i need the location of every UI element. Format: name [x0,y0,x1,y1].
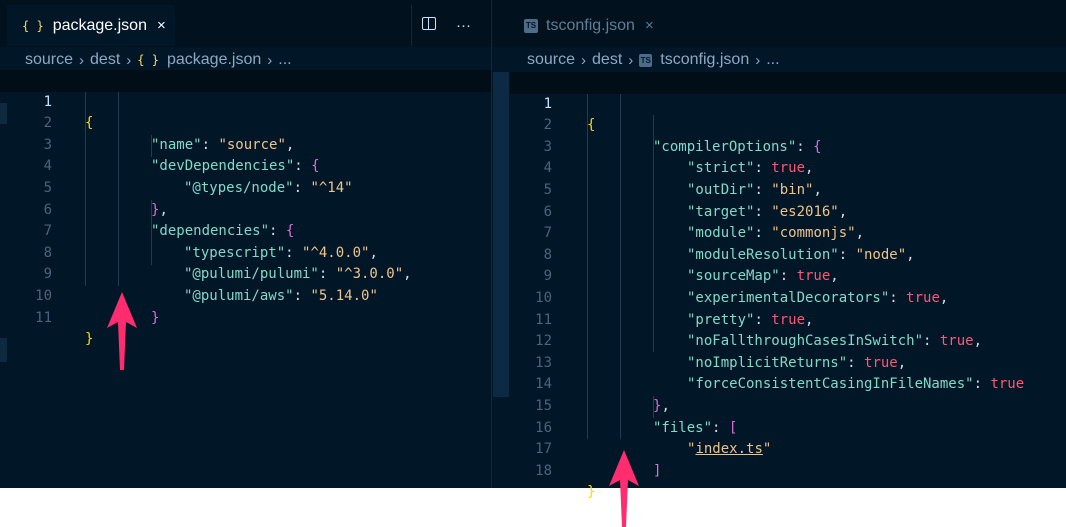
right-tab-bar: TS tsconfig.json × [492,0,1066,47]
code-line: 15 "files": [ [535,397,738,436]
code-line: 2 "name": "source", [43,115,295,153]
breadcrumb-item-file[interactable]: tsconfig.json [660,51,749,69]
code-line: 2 "compilerOptions": { [543,117,822,155]
code-line: 7 "typescript": "^4.0.0", [43,223,378,261]
code-line: 1 { [0,70,491,131]
code-line: 16 "index.ts" [535,419,772,458]
code-line: 11 "noFallthroughCasesInSwitch": true, [535,311,983,350]
code-line: 6 "module": "commonjs", [543,203,865,242]
code-line: 17 ] [535,441,662,479]
chevron-right-icon: › [267,51,273,69]
left-editor-group: { } package.json × ··· source › dest › {… [0,0,491,488]
code-editor[interactable]: 1 { 2 "compilerOptions": { 3 "strict": t… [492,72,1066,501]
code-line: 9 "experimentalDecorators": true, [543,268,949,306]
tab-tsconfig-json[interactable]: TS tsconfig.json × [509,5,672,46]
code-line: 14 }, [535,376,670,414]
code-line: 12 "noImplicitReturns": true, [535,333,907,371]
breadcrumb: source › dest › TS tsconfig.json › ... [527,49,780,71]
code-line: 4 "outDir": "bin", [543,160,822,198]
split-editor-icon[interactable] [422,17,436,34]
close-icon[interactable]: × [157,17,166,34]
chevron-right-icon: › [126,51,132,69]
json-braces-icon: { } [137,53,159,67]
more-actions-icon[interactable]: ··· [456,17,471,34]
breadcrumb-item-dest[interactable]: dest [592,51,622,69]
tab-label: package.json [52,16,147,34]
breadcrumb: source › dest › { } package.json › ... [25,49,292,71]
code-line: 9 "@pulumi/aws": "5.14.0" [43,266,378,304]
chevron-right-icon: › [755,51,761,69]
right-editor-group: TS tsconfig.json × source › dest › TS ts… [492,0,1066,501]
annotation-arrow [609,450,639,527]
code-line: 4 "@types/node": "^14" [43,158,353,196]
code-line: 3 "devDependencies": { [43,136,320,175]
left-tab-bar: { } package.json × ··· [0,0,491,47]
chevron-right-icon: › [79,51,85,69]
chevron-right-icon: › [581,51,587,69]
code-editor[interactable]: 1 { 2 "name": "source", 3 "devDependenci… [0,70,491,488]
breadcrumb-item-more[interactable]: ... [766,51,779,69]
code-line: 3 "strict": true, [543,138,814,177]
editor-window: { } package.json × ··· source › dest › {… [0,0,1066,501]
code-line: 1 { [510,72,1066,133]
breadcrumb-item-dest[interactable]: dest [90,51,120,69]
breadcrumb-item-source[interactable]: source [25,51,73,69]
code-line: 5 "target": "es2016", [543,181,848,220]
breadcrumb-item-source[interactable]: source [527,51,575,69]
tab-package-json[interactable]: { } package.json × [7,5,175,46]
code-line: 8 "@pulumi/pulumi": "^3.0.0", [43,244,412,283]
chevron-right-icon: › [628,51,634,69]
tab-label: tsconfig.json [546,16,635,34]
breadcrumb-item-more[interactable]: ... [278,51,291,69]
breadcrumb-item-file[interactable]: package.json [167,51,261,69]
code-line: 6 "dependencies": { [43,201,295,240]
code-line: 8 "sourceMap": true, [543,246,839,285]
typescript-file-icon: TS [639,53,653,67]
code-line: 13 "forceConsistentCasingInFileNames": t… [535,354,1025,393]
annotation-arrow [107,292,137,370]
code-line: 10 } [35,287,160,326]
json-braces-icon: { } [22,18,44,33]
code-line: 5 }, [43,179,168,218]
code-line: 7 "moduleResolution": "node", [543,225,915,263]
code-line: 11 } [35,309,94,348]
typescript-file-icon: TS [524,18,538,33]
code-line: 18 } [535,462,596,501]
close-icon[interactable]: × [645,17,654,34]
editor-actions: ··· [411,5,491,46]
code-line: 10 "pretty": true, [535,289,814,328]
